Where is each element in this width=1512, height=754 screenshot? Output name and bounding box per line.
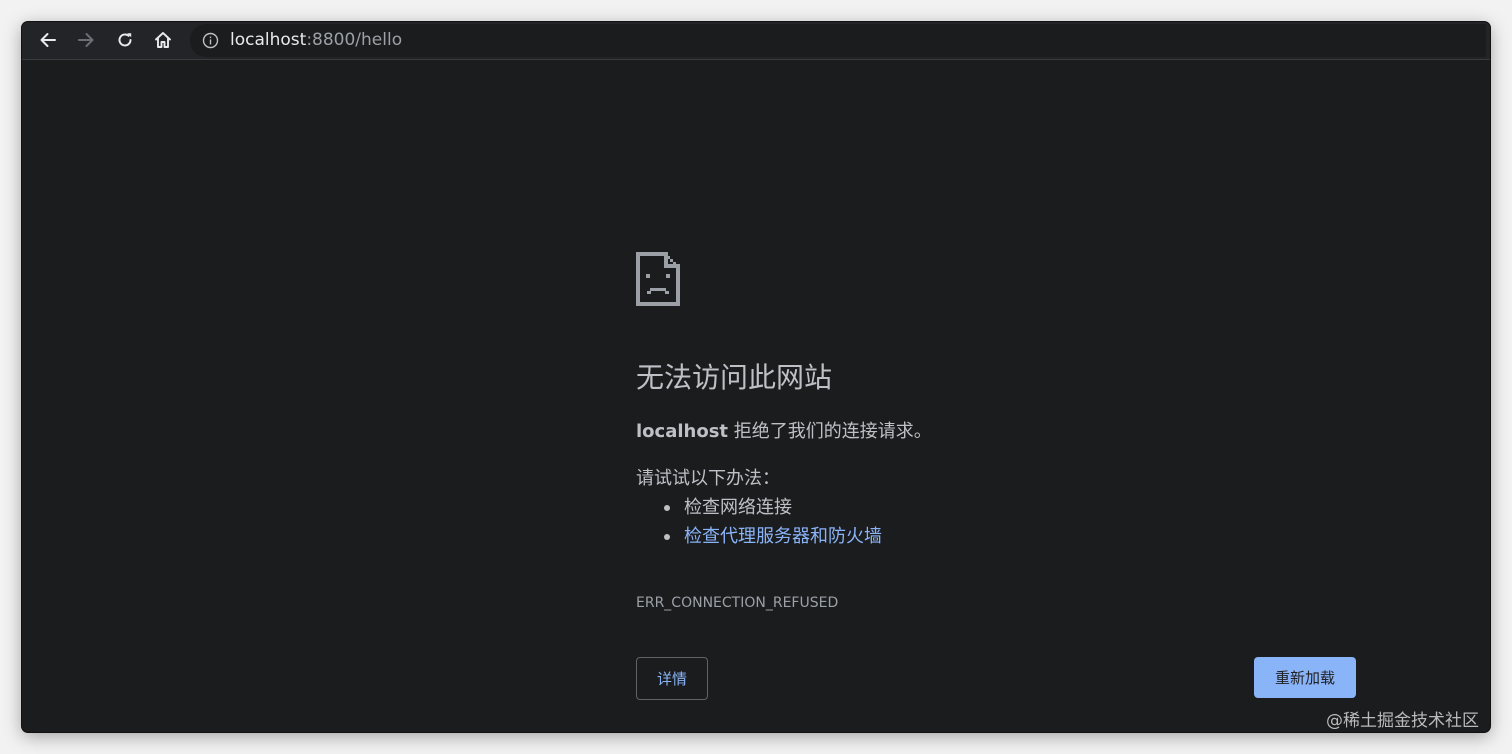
sad-file-icon [636,252,680,306]
error-host: localhost [636,421,729,442]
error-description-text: 拒绝了我们的连接请求。 [728,421,932,442]
error-description: localhost 拒绝了我们的连接请求。 [636,420,932,444]
arrow-left-icon [40,33,56,47]
url-text[interactable]: localhost:8800/hello [230,30,402,50]
check-proxy-firewall-link[interactable]: 检查代理服务器和防火墙 [684,526,882,547]
url-host: localhost [230,30,307,50]
info-icon[interactable] [202,32,219,49]
forward-button[interactable] [73,27,99,53]
url-path: :8800/hello [306,30,403,50]
reload-button[interactable]: 重新加载 [1254,657,1356,698]
error-code: ERR_CONNECTION_REFUSED [636,595,839,611]
suggestion-check-network: 检查网络连接 [664,496,882,525]
suggestions-label: 请试试以下办法： [636,468,780,489]
bullet-icon [664,505,670,511]
reload-page-button[interactable] [112,27,138,53]
address-bar[interactable]: localhost:8800/hello [190,24,1486,57]
reload-icon [118,33,132,47]
bullet-icon [664,534,670,540]
home-button[interactable] [150,27,176,53]
details-button[interactable]: 详情 [636,657,708,700]
suggestion-text: 检查网络连接 [684,497,792,518]
watermark: @稀土掘金技术社区 [1326,711,1479,731]
error-title: 无法访问此网站 [636,361,833,394]
back-button[interactable] [35,27,61,53]
arrow-right-icon [78,33,94,47]
suggestion-check-proxy: 检查代理服务器和防火墙 [664,525,882,554]
suggestions-list: 检查网络连接 检查代理服务器和防火墙 [664,496,882,554]
browser-window: localhost:8800/hello 无法访问此网站 localhost 拒… [22,22,1490,732]
browser-toolbar: localhost:8800/hello [22,22,1490,60]
home-icon [155,32,171,48]
